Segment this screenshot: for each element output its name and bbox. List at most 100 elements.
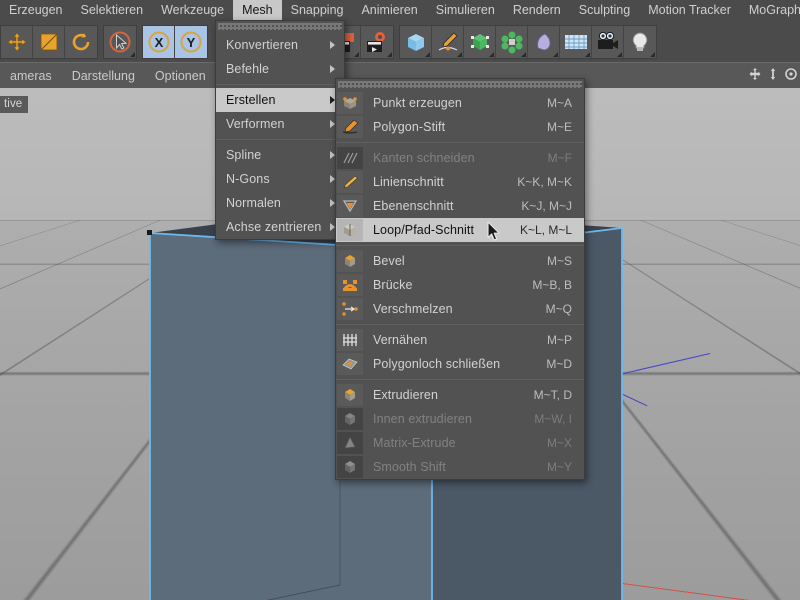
menu-item-matrix-extrude[interactable]: Matrix-Extrude M~X — [336, 431, 584, 455]
menu-erzeugen[interactable]: Erzeugen — [0, 0, 72, 22]
menu-item-linienschnitt[interactable]: Linienschnitt K~K, M~K — [336, 170, 584, 194]
menu-item-innen-extrudieren[interactable]: Innen extrudieren M~W, I — [336, 407, 584, 431]
menu-item-label: Spline — [226, 148, 262, 162]
close-hole-icon — [337, 353, 363, 375]
menu-separator — [216, 139, 344, 140]
erstellen-submenu[interactable]: Punkt erzeugen M~A Polygon-Stift M~E Kan… — [335, 78, 585, 480]
menu-separator — [336, 245, 584, 246]
menu-item-shortcut: M~P — [546, 333, 572, 347]
array-icon[interactable] — [496, 26, 528, 58]
menu-item-label: Brücke — [373, 278, 413, 292]
menu-item-extrudieren[interactable]: Extrudieren M~T, D — [336, 383, 584, 407]
svg-text:X: X — [154, 35, 163, 50]
menu-mograph[interactable]: MoGraph — [740, 0, 800, 22]
menu-item-befehle[interactable]: Befehle — [216, 57, 344, 81]
menu-item-ngons[interactable]: N-Gons — [216, 167, 344, 191]
menu-item-label: Linienschnitt — [373, 175, 444, 189]
menu-item-smooth-shift[interactable]: Smooth Shift M~Y — [336, 455, 584, 479]
tear-off-handle[interactable] — [338, 81, 582, 88]
menu-werkzeuge[interactable]: Werkzeuge — [152, 0, 233, 22]
menu-item-normalen[interactable]: Normalen — [216, 191, 344, 215]
menu-item-polygonloch-schliessen[interactable]: Polygonloch schließen M~D — [336, 352, 584, 376]
vp-menu-darstellung[interactable]: Darstellung — [62, 66, 145, 86]
menu-item-spline[interactable]: Spline — [216, 143, 344, 167]
axis-x-icon[interactable]: X — [143, 26, 175, 58]
create-point-icon — [337, 92, 363, 114]
vp-menu-optionen[interactable]: Optionen — [145, 66, 216, 86]
move-icon[interactable] — [1, 26, 33, 58]
menu-item-shortcut: M~B, B — [532, 278, 572, 292]
menu-separator — [216, 84, 344, 85]
menu-item-vernaehen[interactable]: Vernähen M~P — [336, 328, 584, 352]
plane-cut-icon — [337, 195, 363, 217]
menu-item-bruecke[interactable]: Brücke M~B, B — [336, 273, 584, 297]
matrix-extrude-icon — [337, 432, 363, 454]
spline-pen-icon[interactable] — [432, 26, 464, 58]
menu-item-verschmelzen[interactable]: Verschmelzen M~Q — [336, 297, 584, 321]
menu-item-shortcut: M~T, D — [533, 388, 572, 402]
menu-item-konvertieren[interactable]: Konvertieren — [216, 33, 344, 57]
menu-separator — [336, 142, 584, 143]
menu-item-polygon-stift[interactable]: Polygon-Stift M~E — [336, 115, 584, 139]
camera-icon[interactable] — [592, 26, 624, 58]
menu-item-punkt-erzeugen[interactable]: Punkt erzeugen M~A — [336, 91, 584, 115]
menu-item-verformen[interactable]: Verformen — [216, 112, 344, 136]
menu-item-achse-zentrieren[interactable]: Achse zentrieren — [216, 215, 344, 239]
vp-menu-kameras[interactable]: ameras — [0, 66, 62, 86]
floor-icon[interactable] — [560, 26, 592, 58]
weld-icon — [337, 298, 363, 320]
rotate-icon[interactable] — [65, 26, 97, 58]
cube-primitive-icon[interactable] — [400, 26, 432, 58]
menu-item-label: Polygon-Stift — [373, 120, 446, 134]
menu-item-bevel[interactable]: Bevel M~S — [336, 249, 584, 273]
bridge-icon — [337, 274, 363, 296]
smooth-shift-icon — [337, 456, 363, 478]
dolly-icon[interactable] — [766, 67, 780, 84]
menu-item-kanten-schneiden[interactable]: Kanten schneiden M~F — [336, 146, 584, 170]
menu-selektieren[interactable]: Selektieren — [72, 0, 153, 22]
menu-animieren[interactable]: Animieren — [352, 0, 426, 22]
menu-item-shortcut: M~S — [546, 254, 572, 268]
menu-item-label: Konvertieren — [226, 38, 299, 52]
menu-separator — [336, 324, 584, 325]
menu-item-label: Polygonloch schließen — [373, 357, 501, 371]
menu-item-shortcut: K~L, M~L — [519, 223, 572, 237]
menu-snapping[interactable]: Snapping — [282, 0, 353, 22]
orbit-icon[interactable] — [784, 67, 798, 84]
pan-icon[interactable] — [748, 67, 762, 84]
menu-motion-tracker[interactable]: Motion Tracker — [639, 0, 740, 22]
menu-item-label: Erstellen — [226, 93, 276, 107]
menu-item-label: Smooth Shift — [373, 460, 446, 474]
menu-item-label: Befehle — [226, 62, 270, 76]
menu-item-shortcut: M~X — [546, 436, 572, 450]
menu-mesh[interactable]: Mesh — [233, 0, 282, 22]
menu-item-label: Punkt erzeugen — [373, 96, 462, 110]
cursor-lock-icon[interactable] — [104, 26, 136, 58]
menu-sculpting[interactable]: Sculpting — [570, 0, 639, 22]
mesh-dropdown-menu[interactable]: Konvertieren Befehle Erstellen Verformen… — [215, 20, 345, 240]
stitch-icon — [337, 329, 363, 351]
submenu-arrow-icon — [330, 41, 335, 49]
nurbs-icon[interactable] — [464, 26, 496, 58]
light-icon[interactable] — [624, 26, 656, 58]
extrude-inner-icon — [337, 408, 363, 430]
axis-y-icon[interactable]: Y — [175, 26, 207, 58]
menu-item-label: Matrix-Extrude — [373, 436, 456, 450]
scale-icon[interactable] — [33, 26, 65, 58]
menu-item-ebenenschnitt[interactable]: Ebenenschnitt K~J, M~J — [336, 194, 584, 218]
toolbar-group-selection — [103, 25, 137, 59]
menu-item-label: Verformen — [226, 117, 285, 131]
main-menu-bar: Erzeugen Selektieren Werkzeuge Mesh Snap… — [0, 0, 800, 22]
menu-item-loop-pfad-schnitt[interactable]: Loop/Pfad-Schnitt K~L, M~L — [336, 218, 584, 242]
menu-item-erstellen[interactable]: Erstellen — [216, 88, 344, 112]
menu-item-shortcut: K~J, M~J — [521, 199, 572, 213]
extrude-icon — [337, 384, 363, 406]
tear-off-handle[interactable] — [218, 23, 342, 30]
render-settings-icon[interactable] — [361, 26, 393, 58]
mouse-cursor — [487, 221, 501, 241]
menu-rendern[interactable]: Rendern — [504, 0, 570, 22]
menu-simulieren[interactable]: Simulieren — [427, 0, 504, 22]
menu-item-label: Bevel — [373, 254, 405, 268]
menu-item-shortcut: K~K, M~K — [517, 175, 572, 189]
deformer-icon[interactable] — [528, 26, 560, 58]
